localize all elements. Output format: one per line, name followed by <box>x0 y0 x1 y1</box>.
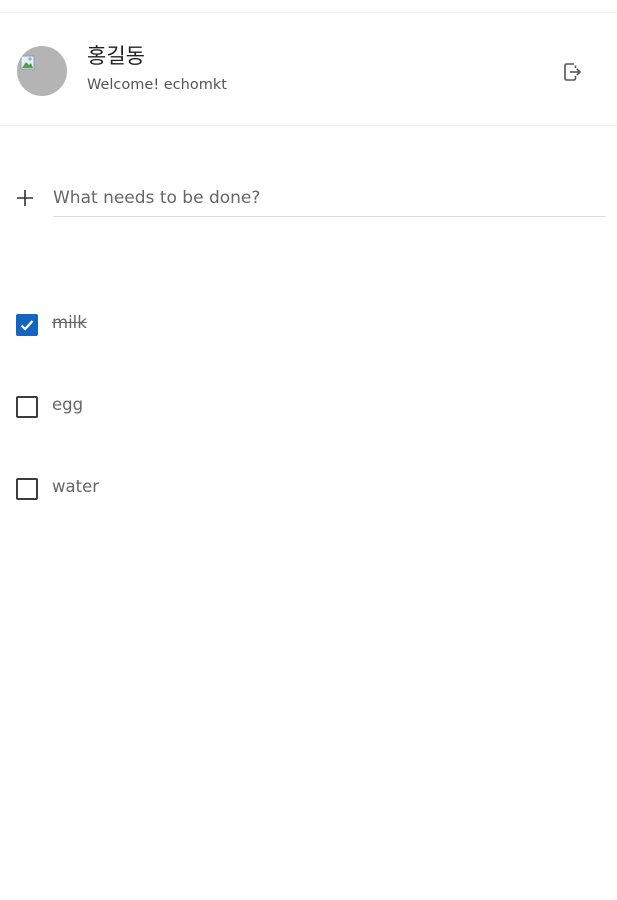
broken-image-icon <box>20 55 35 70</box>
logout-button[interactable] <box>557 57 587 87</box>
todo-text: egg <box>52 395 84 414</box>
welcome-text: Welcome! echomkt <box>87 77 227 93</box>
todo-text: water <box>52 477 100 496</box>
list-item: egg <box>0 382 617 464</box>
list-item: milk <box>0 300 617 382</box>
app-header: 홍길동 Welcome! echomkt <box>0 13 617 126</box>
todo-checkbox[interactable] <box>16 478 38 500</box>
add-todo-row <box>0 170 617 222</box>
todo-checkbox[interactable] <box>16 314 38 336</box>
todo-checkbox[interactable] <box>16 396 38 418</box>
todo-list: milk egg water <box>0 300 617 546</box>
new-todo-input[interactable] <box>53 180 606 217</box>
todo-text: milk <box>52 313 87 332</box>
user-name: 홍길동 <box>87 44 145 68</box>
logout-icon <box>564 63 582 81</box>
avatar <box>17 46 67 96</box>
check-icon <box>20 320 34 331</box>
plus-icon[interactable] <box>14 187 36 209</box>
list-item: water <box>0 464 617 546</box>
